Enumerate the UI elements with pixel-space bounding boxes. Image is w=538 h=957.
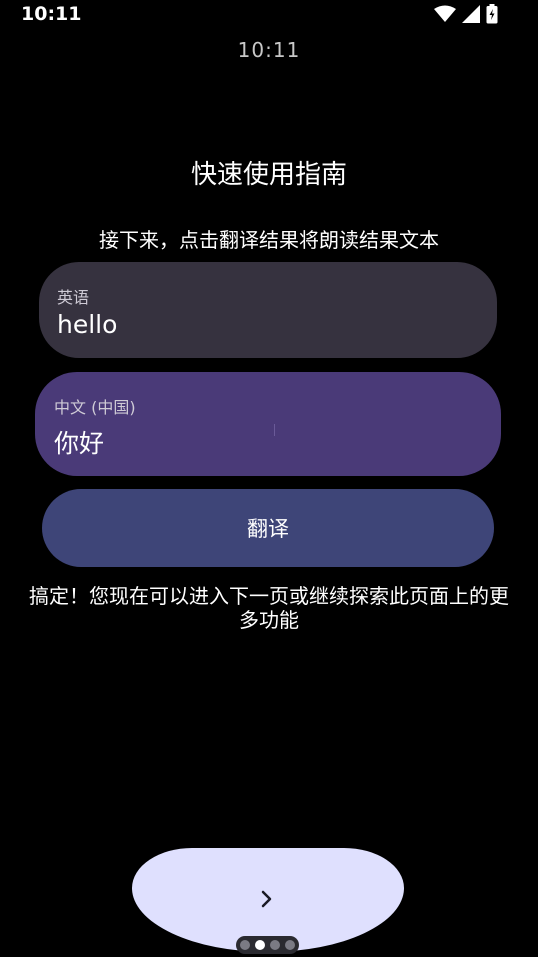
- translate-button[interactable]: 翻译: [42, 489, 494, 567]
- source-text-card[interactable]: 英语 hello: [39, 262, 497, 358]
- chevron-right-icon: [261, 890, 272, 908]
- watch-face-time: 10:11: [237, 38, 301, 62]
- page-indicator-dot: [270, 940, 280, 950]
- status-time: 10:11: [21, 3, 82, 25]
- page-indicator: [236, 936, 299, 954]
- battery-charging-icon: [486, 4, 498, 24]
- status-bar: 10:11: [0, 0, 538, 30]
- source-text: hello: [57, 310, 118, 339]
- page-title: 快速使用指南: [190, 160, 347, 190]
- done-message: 搞定！您现在可以进入下一页或继续探索此页面上的更多功能: [29, 584, 509, 632]
- source-language-label: 英语: [57, 288, 90, 307]
- text-cursor: [274, 424, 275, 436]
- translation-result-text: 你好: [54, 429, 105, 458]
- translation-result-card[interactable]: 中文 (中国) 你好: [35, 372, 501, 476]
- translate-button-label: 翻译: [247, 517, 289, 541]
- page-indicator-dot: [285, 940, 295, 950]
- status-icons: [434, 4, 498, 24]
- target-language-label: 中文 (中国): [54, 398, 136, 417]
- signal-icon: [462, 5, 480, 23]
- instruction-text: 接下来，点击翻译结果将朗读结果文本: [99, 228, 439, 252]
- page-indicator-dot: [240, 940, 250, 950]
- wifi-icon: [434, 5, 456, 23]
- page-indicator-dot: [255, 940, 265, 950]
